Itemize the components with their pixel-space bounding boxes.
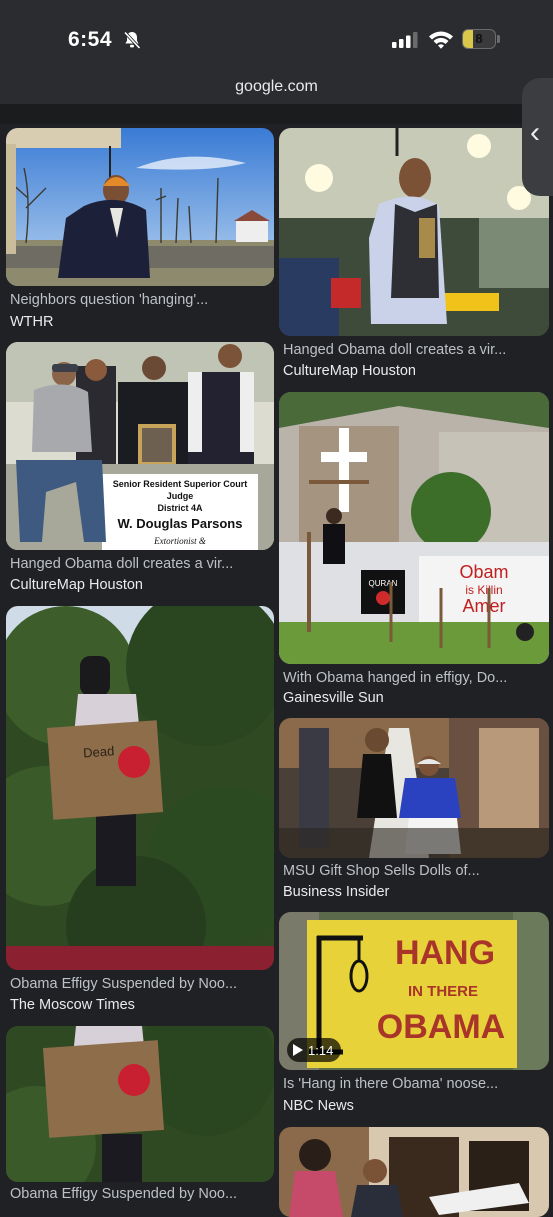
sign-text-obama: OBAMA	[377, 1008, 505, 1046]
signal-icon	[392, 32, 418, 48]
result-source[interactable]: Business Insider	[283, 884, 389, 900]
battery-icon: 8	[462, 29, 496, 49]
video-duration-badge[interactable]: 1:14	[287, 1038, 342, 1062]
status-bar: 6:54 8	[0, 0, 553, 70]
sign-line-5: Extortionist &	[153, 536, 206, 546]
result-thumbnail[interactable]: Senior Resident Superior Court Judge Dis…	[6, 342, 274, 550]
image-result-card[interactable]: HANG IN THERE OBAMA 1:14 Is 'Hang in the…	[279, 912, 549, 1120]
result-source[interactable]: Gainesville Sun	[283, 690, 384, 706]
result-thumbnail[interactable]	[6, 128, 274, 286]
image-result-card[interactable]: Neighbors question 'hanging'... WTHR	[6, 128, 274, 333]
result-caption[interactable]: Hanged Obama doll creates a vir...	[283, 342, 547, 358]
result-source[interactable]: The Moscow Times	[10, 997, 135, 1013]
result-source[interactable]: WTHR	[10, 314, 54, 330]
sign-line-3: District 4A	[157, 503, 203, 513]
play-icon	[293, 1044, 303, 1056]
result-thumbnail[interactable]	[6, 1026, 274, 1182]
result-caption[interactable]: With Obama hanged in effigy, Do...	[283, 670, 547, 686]
result-caption[interactable]: MSU Gift Shop Sells Dolls of...	[283, 863, 547, 879]
image-result-card[interactable]: Senior Resident Superior Court Judge Dis…	[6, 342, 274, 596]
sign-text-quran: QURAN	[369, 579, 398, 588]
sign-line-2: Judge	[167, 491, 194, 501]
sign-line-amer: Amer	[462, 596, 505, 616]
result-source[interactable]: CultureMap Houston	[10, 577, 143, 593]
result-thumbnail[interactable]	[279, 718, 549, 858]
image-result-card[interactable]: QURAN Obam is Killin Amer With Obama han…	[279, 392, 549, 710]
result-thumbnail[interactable]	[279, 128, 549, 336]
sign-line-killin: is Killin	[465, 583, 502, 597]
sign-text-in-there: IN THERE	[408, 983, 478, 1000]
image-result-card[interactable]	[279, 1127, 549, 1217]
edge-back-tab[interactable]: ‹	[522, 78, 553, 196]
sign-line-4: W. Douglas Parsons	[118, 516, 243, 531]
image-result-card[interactable]: Obama Effigy Suspended by Noo...	[6, 1026, 274, 1202]
bell-slash-icon	[123, 31, 141, 50]
result-caption[interactable]: Obama Effigy Suspended by Noo...	[10, 976, 272, 992]
video-duration: 1:14	[308, 1042, 334, 1058]
battery-level: 8	[475, 31, 483, 46]
result-caption[interactable]: Hanged Obama doll creates a vir...	[10, 556, 272, 572]
toolbar-divider	[0, 104, 553, 124]
sign-line-1: Senior Resident Superior Court	[113, 479, 248, 489]
result-caption[interactable]: Neighbors question 'hanging'...	[10, 292, 272, 308]
status-time: 6:54	[68, 28, 113, 51]
url-text[interactable]: google.com	[0, 78, 553, 96]
sign-text-hang: HANG	[395, 934, 495, 972]
image-result-card[interactable]: Hanged Obama doll creates a vir... Cultu…	[279, 128, 549, 382]
result-source[interactable]: CultureMap Houston	[283, 363, 416, 379]
wifi-icon	[429, 31, 453, 49]
chevron-left-icon: ‹	[530, 116, 540, 149]
image-result-card[interactable]: Dead Obama Effigy Suspended by Noo... Th…	[6, 606, 274, 1016]
result-thumbnail[interactable]: HANG IN THERE OBAMA 1:14	[279, 912, 549, 1070]
image-result-card[interactable]: MSU Gift Shop Sells Dolls of... Business…	[279, 718, 549, 904]
address-bar[interactable]: google.com	[0, 70, 553, 105]
svg-text:Dead: Dead	[83, 743, 115, 760]
result-thumbnail[interactable]	[279, 1127, 549, 1217]
result-caption[interactable]: Is 'Hang in there Obama' noose...	[283, 1076, 547, 1092]
result-thumbnail[interactable]: Dead	[6, 606, 274, 970]
result-thumbnail[interactable]: QURAN Obam is Killin Amer	[279, 392, 549, 664]
sign-line-obam: Obam	[459, 562, 508, 582]
result-source[interactable]: NBC News	[283, 1098, 354, 1114]
